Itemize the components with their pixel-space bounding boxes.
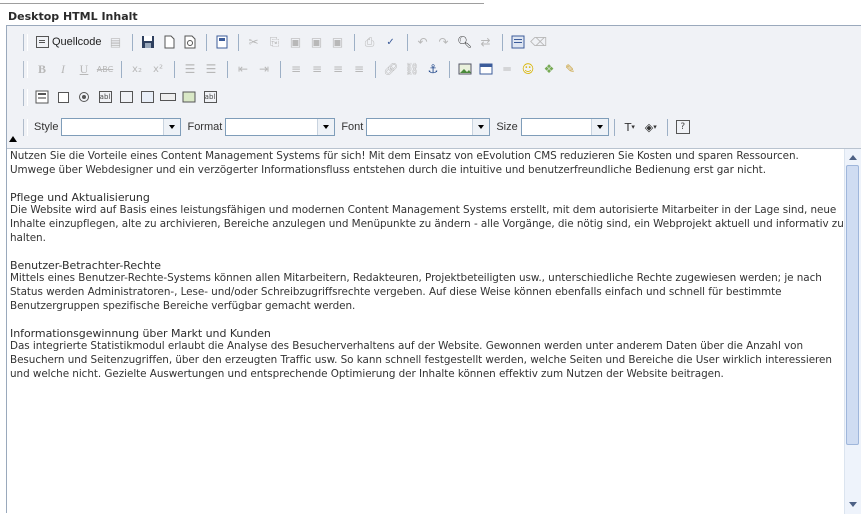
form-icon[interactable] bbox=[32, 87, 52, 107]
style-label: Style bbox=[34, 121, 59, 133]
paste-word-icon[interactable]: ▤ bbox=[106, 32, 126, 52]
section-heading: Pflege und Aktualisierung bbox=[10, 190, 150, 204]
superscript-icon[interactable]: x² bbox=[148, 59, 168, 79]
size-select[interactable] bbox=[520, 118, 609, 136]
scroll-up-icon[interactable] bbox=[845, 151, 861, 165]
table-icon[interactable] bbox=[476, 59, 496, 79]
top-divider bbox=[0, 3, 484, 4]
print-icon[interactable]: ⎙ bbox=[360, 32, 380, 52]
help-icon[interactable]: ? bbox=[673, 117, 693, 137]
button-field-icon[interactable] bbox=[158, 87, 178, 107]
remove-format-icon[interactable]: ⌫ bbox=[529, 32, 549, 52]
templates-icon[interactable] bbox=[212, 32, 232, 52]
section-heading: Benutzer-Betrachter-Rechte bbox=[10, 258, 162, 272]
section-body: Mittels eines Benutzer-Rechte-Systems kö… bbox=[10, 272, 822, 312]
section-body: Die Website wird auf Basis eines leistun… bbox=[10, 204, 844, 244]
align-right-icon[interactable]: ≡ bbox=[328, 59, 348, 79]
bold-icon[interactable]: B bbox=[32, 59, 52, 79]
ordered-list-icon[interactable]: ☰ bbox=[180, 59, 200, 79]
copy-icon[interactable]: ⎘ bbox=[265, 32, 285, 52]
intro-paragraph: Nutzen Sie die Vorteile eines Content Ma… bbox=[10, 150, 799, 176]
subscript-icon[interactable]: x₂ bbox=[127, 59, 147, 79]
align-justify-icon[interactable]: ≡ bbox=[349, 59, 369, 79]
chevron-down-icon[interactable] bbox=[163, 119, 181, 135]
new-page-icon[interactable] bbox=[159, 32, 179, 52]
source-button[interactable]: Quellcode bbox=[32, 32, 106, 52]
format-label: Format bbox=[187, 121, 223, 133]
find-icon[interactable]: 🔍︎ bbox=[455, 32, 475, 52]
smiley-icon[interactable]: ☺ bbox=[518, 59, 538, 79]
toolbar-row-3: abl abl bbox=[21, 85, 221, 109]
vertical-scrollbar[interactable] bbox=[844, 149, 861, 514]
select-field-icon[interactable] bbox=[137, 87, 157, 107]
editor-toolbar: Quellcode ▤ ✂ ⎘ ▣ ▣ ▣ ⎙ ✓ ↶ ↷ 🔍︎ ⇄ ⌫ B I… bbox=[7, 26, 861, 149]
preview-icon[interactable] bbox=[180, 32, 200, 52]
link-icon[interactable]: 🔗︎ bbox=[381, 59, 401, 79]
style-select[interactable] bbox=[61, 118, 182, 136]
section-rechte: Benutzer-Betrachter-Rechte Mittels eines… bbox=[10, 259, 846, 313]
scrollbar-thumb[interactable] bbox=[846, 165, 859, 445]
anchor-icon[interactable]: ⚓︎ bbox=[423, 59, 443, 79]
toolbar-row-1: Quellcode ▤ ✂ ⎘ ▣ ▣ ▣ ⎙ ✓ ↶ ↷ 🔍︎ ⇄ ⌫ bbox=[21, 30, 550, 54]
select-all-icon[interactable] bbox=[508, 32, 528, 52]
section-body: Das integrierte Statistikmodul erlaubt d… bbox=[10, 340, 832, 380]
indent-icon[interactable]: ⇥ bbox=[254, 59, 274, 79]
radio-icon[interactable] bbox=[74, 87, 94, 107]
spellcheck-icon[interactable]: ✓ bbox=[381, 32, 401, 52]
toolbar-row-2: B I U ABC x₂ x² ☰ ☰ ⇤ ⇥ ≡ ≡ ≡ ≡ 🔗︎ ⛓ ⚓︎ bbox=[21, 57, 581, 81]
outdent-icon[interactable]: ⇤ bbox=[233, 59, 253, 79]
font-select[interactable] bbox=[366, 118, 491, 136]
rich-text-editor: Quellcode ▤ ✂ ⎘ ▣ ▣ ▣ ⎙ ✓ ↶ ↷ 🔍︎ ⇄ ⌫ B I… bbox=[6, 25, 861, 514]
italic-icon[interactable]: I bbox=[53, 59, 73, 79]
chevron-down-icon[interactable] bbox=[590, 119, 608, 135]
checkbox-icon[interactable] bbox=[53, 87, 73, 107]
collapse-toolbar-icon[interactable] bbox=[7, 134, 17, 146]
textarea-icon[interactable] bbox=[116, 87, 136, 107]
image-button-icon[interactable] bbox=[179, 87, 199, 107]
editor-title: Desktop HTML Inhalt bbox=[8, 10, 138, 23]
text-color-icon[interactable]: T ▾ bbox=[620, 117, 640, 137]
image-icon[interactable] bbox=[455, 59, 475, 79]
source-icon bbox=[36, 36, 49, 48]
paste-icon[interactable]: ▣ bbox=[286, 32, 306, 52]
replace-icon[interactable]: ⇄ bbox=[476, 32, 496, 52]
undo-icon[interactable]: ↶ bbox=[413, 32, 433, 52]
align-center-icon[interactable]: ≡ bbox=[307, 59, 327, 79]
strikethrough-icon[interactable]: ABC bbox=[95, 59, 115, 79]
underline-icon[interactable]: U bbox=[74, 59, 94, 79]
textfield-icon[interactable]: abl bbox=[95, 87, 115, 107]
section-heading: Informationsgewinnung über Markt und Kun… bbox=[10, 326, 271, 340]
chevron-down-icon[interactable] bbox=[317, 119, 335, 135]
unordered-list-icon[interactable]: ☰ bbox=[201, 59, 221, 79]
special-char-icon[interactable]: ❖ bbox=[539, 59, 559, 79]
editor-content-area[interactable]: Nutzen Sie die Vorteile eines Content Ma… bbox=[7, 149, 846, 514]
redo-icon[interactable]: ↷ bbox=[434, 32, 454, 52]
chevron-down-icon[interactable] bbox=[472, 119, 490, 135]
save-icon[interactable] bbox=[138, 32, 158, 52]
paste-text-icon[interactable]: ▣ bbox=[307, 32, 327, 52]
format-select[interactable] bbox=[225, 118, 336, 136]
section-pflege: Pflege und Aktualisierung Die Website wi… bbox=[10, 191, 846, 245]
toolbar-row-4: Style Format Font Size T ▾ ◈ ▾ ? bbox=[21, 115, 694, 139]
background-color-icon[interactable]: ◈ ▾ bbox=[641, 117, 661, 137]
paste-word-icon-2[interactable]: ▣ bbox=[328, 32, 348, 52]
font-label: Font bbox=[341, 121, 364, 133]
horizontal-rule-icon[interactable]: ═ bbox=[497, 59, 517, 79]
source-label: Quellcode bbox=[52, 36, 102, 48]
toolbar-grip bbox=[23, 33, 28, 51]
page-break-icon[interactable]: ✎ bbox=[560, 59, 580, 79]
section-informationsgewinnung: Informationsgewinnung über Markt und Kun… bbox=[10, 327, 846, 381]
cut-icon[interactable]: ✂ bbox=[244, 32, 264, 52]
unlink-icon[interactable]: ⛓ bbox=[402, 59, 422, 79]
size-label: Size bbox=[496, 121, 518, 133]
hidden-field-icon[interactable]: abl bbox=[200, 87, 220, 107]
align-left-icon[interactable]: ≡ bbox=[286, 59, 306, 79]
scroll-down-icon[interactable] bbox=[845, 498, 861, 512]
